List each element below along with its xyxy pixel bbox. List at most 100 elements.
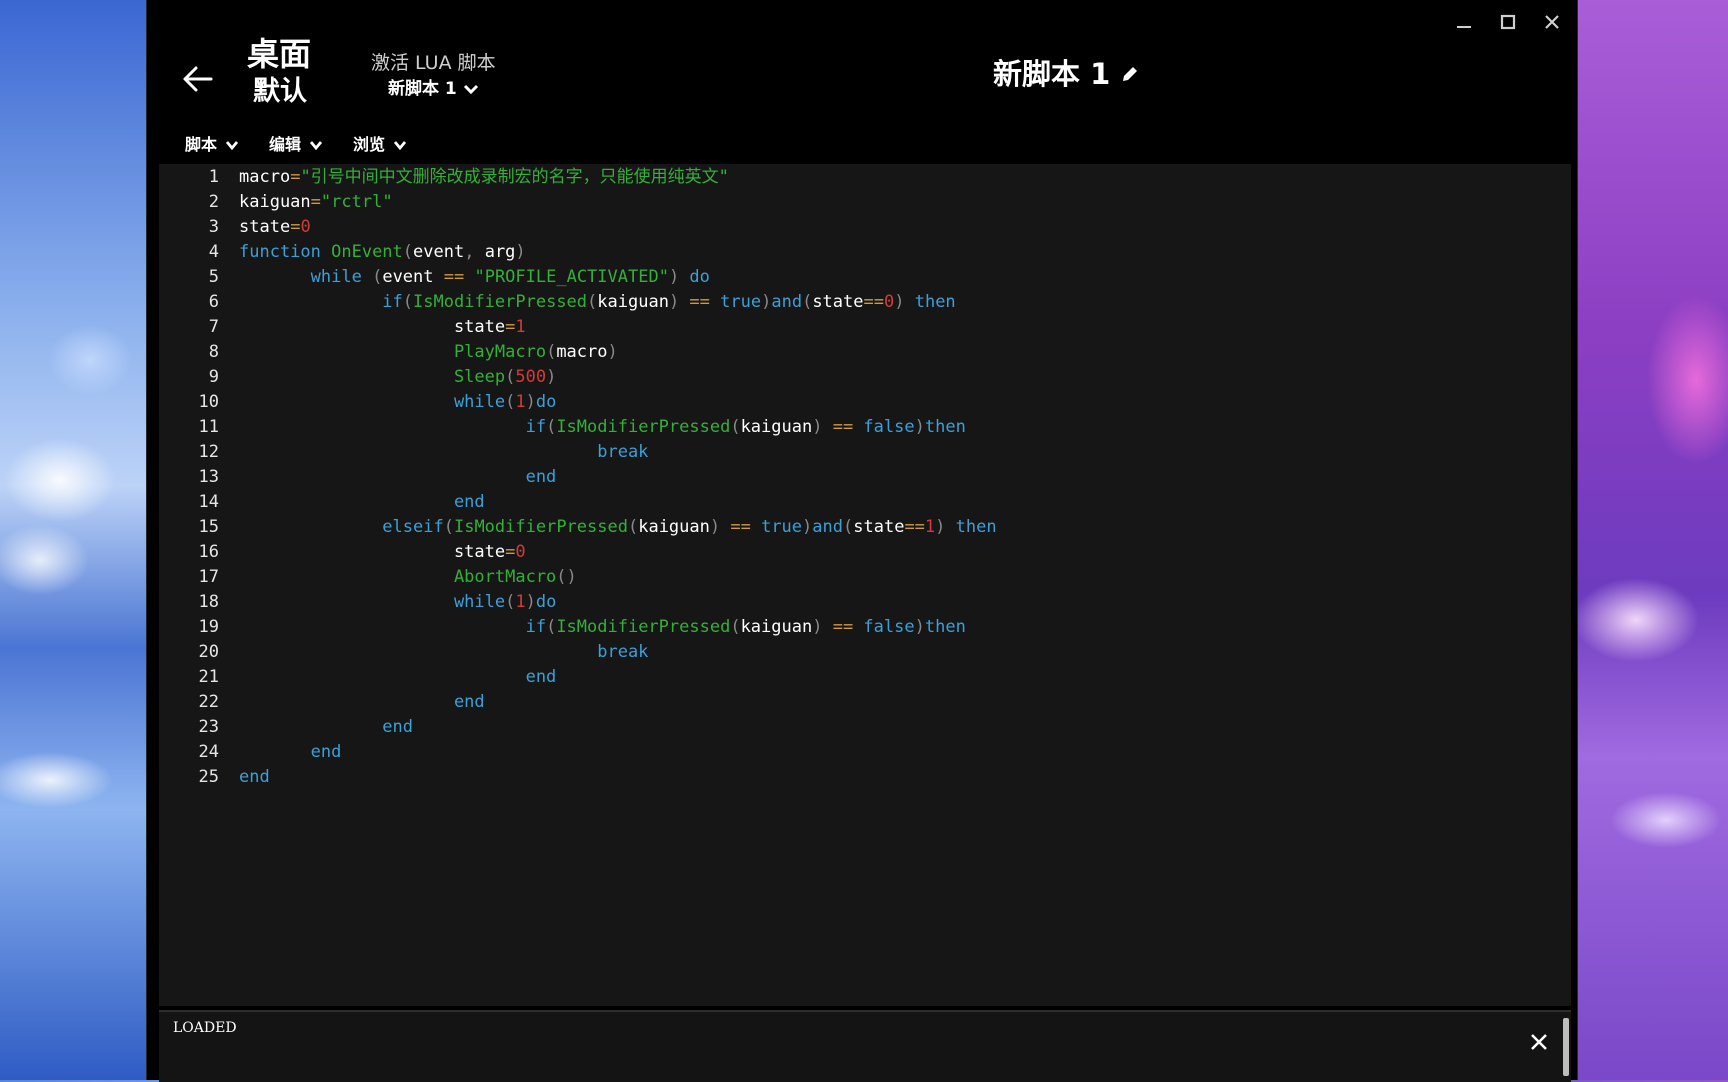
code-token: state [453, 542, 506, 562]
output-scrollbar[interactable] [1563, 1018, 1569, 1076]
line-number: 19 [198, 617, 219, 637]
code-line[interactable]: 16 state=0 [159, 539, 1571, 567]
code-token: ) [914, 617, 925, 637]
code-token: while [453, 392, 506, 412]
code-line[interactable]: 22 end [159, 689, 1571, 717]
code-token: , [464, 242, 485, 262]
code-text: state=0 [239, 539, 526, 567]
code-token: do [535, 592, 557, 612]
code-token: ( [587, 292, 598, 312]
code-token: ( [505, 392, 516, 412]
code-line[interactable]: 9 Sleep(500) [159, 364, 1571, 392]
code-line[interactable]: 2 kaiguan="rctrl" [159, 189, 1571, 217]
code-line[interactable]: 4 function OnEvent(event, arg) [159, 239, 1571, 267]
code-line[interactable]: 12 break [159, 439, 1571, 467]
code-line[interactable]: 17 AbortMacro() [159, 564, 1571, 592]
line-number: 1 [208, 167, 219, 187]
code-token: ( [730, 617, 741, 637]
script-title: 新脚本 1 [993, 56, 1140, 92]
code-line[interactable]: 20 break [159, 639, 1571, 667]
code-line[interactable]: 21 end [159, 664, 1571, 692]
code-line[interactable]: 8 PlayMacro(macro) [159, 339, 1571, 367]
code-line[interactable]: 18 while(1)do [159, 589, 1571, 617]
code-line[interactable]: 14 end [159, 489, 1571, 517]
line-number: 2 [208, 192, 219, 212]
code-text: AbortMacro() [239, 564, 577, 592]
code-token: == [832, 417, 864, 437]
code-line[interactable]: 11 if(IsModifierPressed(kaiguan) == fals… [159, 414, 1571, 442]
activate-script-dropdown[interactable]: 新脚本 1 [388, 78, 496, 100]
code-token: "rctrl" [320, 192, 393, 212]
code-token: end [525, 667, 557, 687]
desktop-wallpaper-right [1576, 0, 1728, 1080]
code-token: if [525, 617, 547, 637]
maximize-button[interactable] [1493, 8, 1523, 36]
code-token: ) [914, 417, 925, 437]
menu-browse-label: 浏览 [353, 135, 386, 154]
code-line[interactable]: 5 while (event == "PROFILE_ACTIVATED") d… [159, 264, 1571, 292]
line-number: 9 [208, 367, 219, 387]
code-text: macro="引号中间中文删除改成录制宏的名字，只能使用纯英文" [239, 164, 729, 192]
code-token: "引号中间中文删除改成录制宏的名字，只能使用纯英文" [300, 167, 729, 187]
pencil-icon[interactable] [1120, 64, 1140, 84]
code-line[interactable]: 1 macro="引号中间中文删除改成录制宏的名字，只能使用纯英文" [159, 164, 1571, 192]
code-text: if(IsModifierPressed(kaiguan) == false)t… [239, 614, 966, 642]
line-number: 18 [198, 592, 219, 612]
code-text: end [239, 714, 413, 742]
code-line[interactable]: 6 if(IsModifierPressed(kaiguan) == true)… [159, 289, 1571, 317]
lua-script-editor-window: 桌面 默认 激活 LUA 脚本 新脚本 1 新脚本 1 脚本 编辑 浏览 1 ma… [146, 0, 1578, 1082]
line-number: 7 [208, 317, 219, 337]
code-token: ( [402, 292, 414, 312]
code-token: then [914, 292, 956, 312]
menu-bar: 脚本 编辑 浏览 [185, 134, 407, 156]
line-number: 22 [198, 692, 219, 712]
back-button[interactable] [181, 62, 215, 96]
code-token: ( [546, 342, 557, 362]
code-line[interactable]: 25 end [159, 764, 1571, 792]
code-text: end [239, 664, 557, 692]
code-token: ( [505, 367, 516, 387]
code-text: break [239, 639, 648, 667]
code-line[interactable]: 7 state=1 [159, 314, 1571, 342]
code-line[interactable]: 23 end [159, 714, 1571, 742]
code-token: state [453, 317, 506, 337]
minimize-button[interactable] [1449, 8, 1479, 36]
close-button[interactable] [1537, 8, 1567, 36]
code-editor[interactable]: 1 macro="引号中间中文删除改成录制宏的名字，只能使用纯英文" 2 kaigua… [159, 164, 1571, 1006]
close-icon[interactable] [1527, 1030, 1551, 1054]
code-token: PlayMacro [453, 342, 547, 362]
code-line[interactable]: 15 elseif(IsModifierPressed(kaiguan) == … [159, 514, 1571, 542]
code-line[interactable]: 10 while(1)do [159, 389, 1571, 417]
code-token: while [310, 267, 373, 287]
menu-edit[interactable]: 编辑 [269, 134, 323, 156]
menu-browse[interactable]: 浏览 [353, 134, 407, 156]
code-token: ( [627, 517, 639, 537]
chevron-down-icon [463, 84, 478, 95]
code-token: true [720, 292, 762, 312]
code-line[interactable]: 3 state=0 [159, 214, 1571, 242]
code-line[interactable]: 19 if(IsModifierPressed(kaiguan) == fals… [159, 614, 1571, 642]
code-token: () [556, 567, 577, 587]
window-controls [1449, 8, 1567, 36]
code-text: state=0 [239, 214, 311, 242]
code-text: end [239, 489, 485, 517]
code-line[interactable]: 13 end [159, 464, 1571, 492]
chevron-down-icon [393, 141, 407, 150]
code-text: while(1)do [239, 589, 556, 617]
code-token: kaiguan [239, 192, 311, 212]
code-line[interactable]: 24 end [159, 739, 1571, 767]
menu-script[interactable]: 脚本 [185, 134, 239, 156]
code-token: kaiguan [740, 417, 813, 437]
code-text: while (event == "PROFILE_ACTIVATED") do [239, 264, 710, 292]
code-token: ) [525, 392, 536, 412]
